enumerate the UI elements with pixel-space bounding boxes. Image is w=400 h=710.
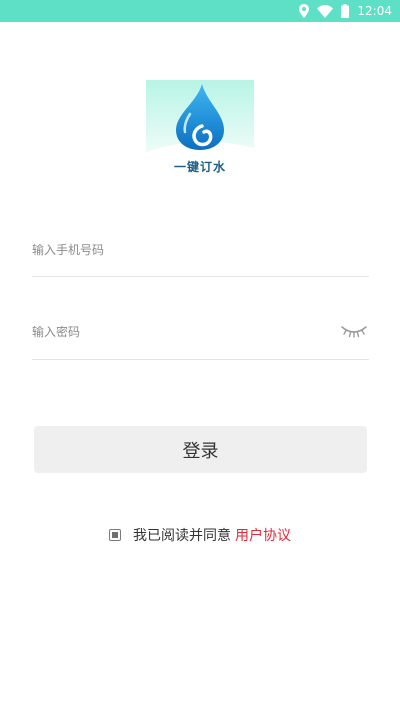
- user-agreement-link[interactable]: 用户协议: [235, 525, 291, 545]
- agreement-text: 我已阅读并同意: [133, 528, 231, 544]
- location-icon: [299, 4, 310, 18]
- status-bar: 12:04: [0, 0, 400, 22]
- logo-text: 一键订水: [173, 160, 226, 174]
- wifi-icon: [317, 4, 334, 18]
- login-button[interactable]: 登录: [34, 426, 367, 473]
- app-logo: 一键订水: [146, 80, 254, 176]
- agreement-row: 我已阅读并同意 用户协议: [0, 525, 400, 545]
- eye-closed-icon[interactable]: [339, 322, 369, 340]
- phone-input[interactable]: [32, 240, 322, 260]
- status-time: 12:04: [357, 4, 392, 18]
- status-icons: 12:04: [299, 3, 392, 19]
- phone-field-row: [32, 230, 369, 277]
- password-field-row: [32, 312, 369, 360]
- password-input[interactable]: [32, 322, 322, 342]
- agreement-checkbox[interactable]: [109, 529, 121, 541]
- battery-icon: [341, 4, 350, 18]
